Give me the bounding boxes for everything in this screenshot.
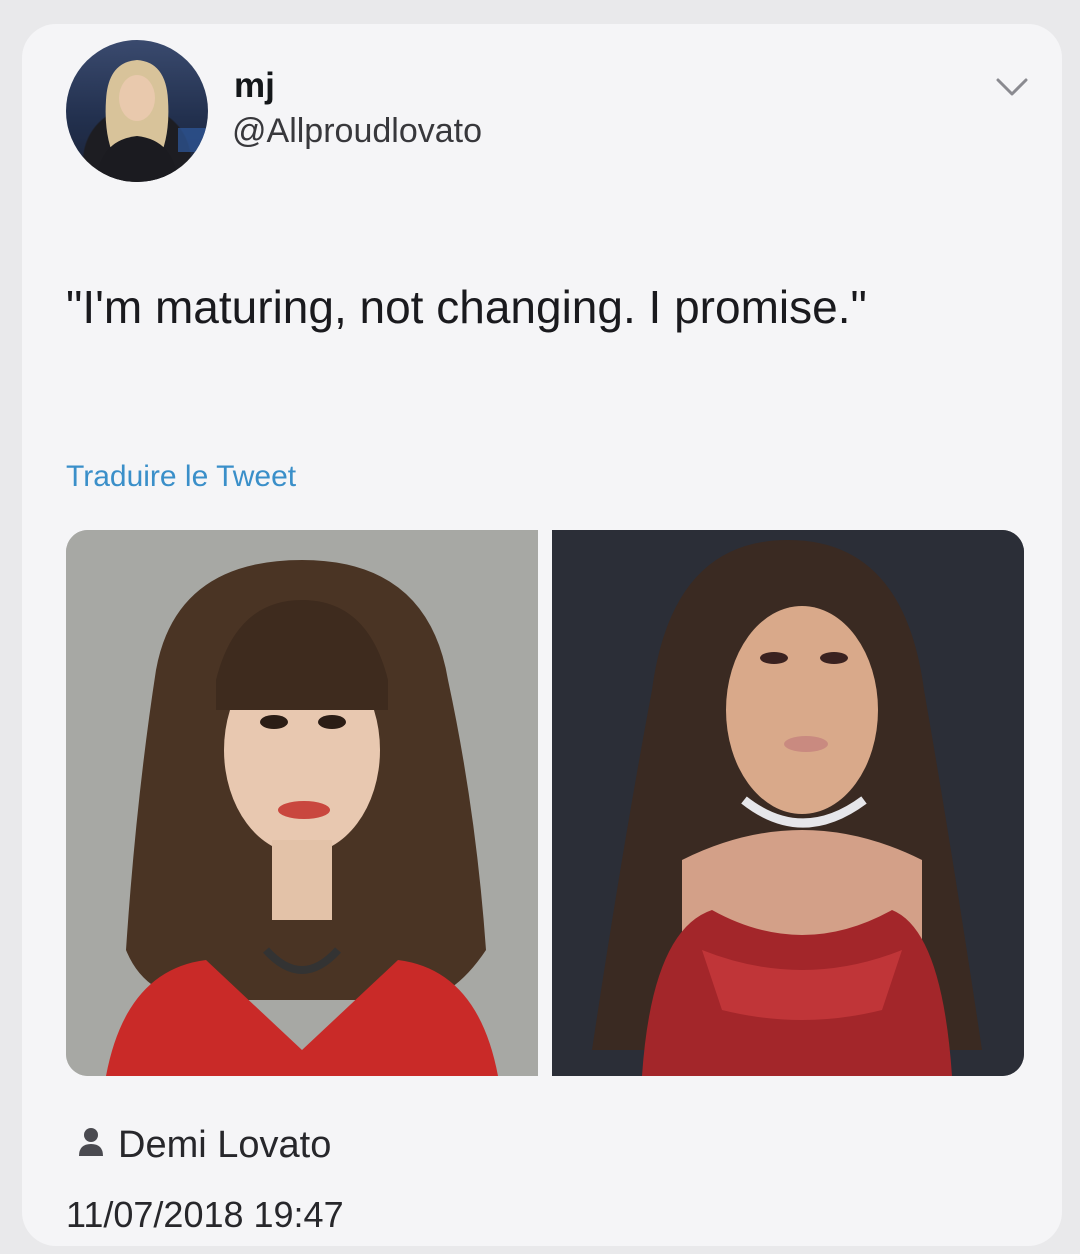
display-name[interactable]: mj bbox=[234, 66, 275, 106]
translate-tweet-link[interactable]: Traduire le Tweet bbox=[66, 460, 296, 494]
user-handle[interactable]: @Allproudlovato bbox=[232, 112, 482, 151]
tweet-timestamp: 11/07/2018 19:47 bbox=[66, 1194, 344, 1235]
person-icon bbox=[78, 1124, 104, 1167]
tweet-text: "I'm maturing, not changing. I promise." bbox=[66, 281, 867, 333]
avatar[interactable] bbox=[66, 40, 208, 182]
tweet-photo-right[interactable] bbox=[552, 530, 1024, 1076]
tweet-photo-left[interactable] bbox=[66, 530, 538, 1076]
tagged-user-name: Demi Lovato bbox=[118, 1124, 332, 1166]
chevron-down-icon[interactable] bbox=[992, 72, 1032, 102]
tagged-user[interactable]: Demi Lovato bbox=[78, 1124, 331, 1167]
